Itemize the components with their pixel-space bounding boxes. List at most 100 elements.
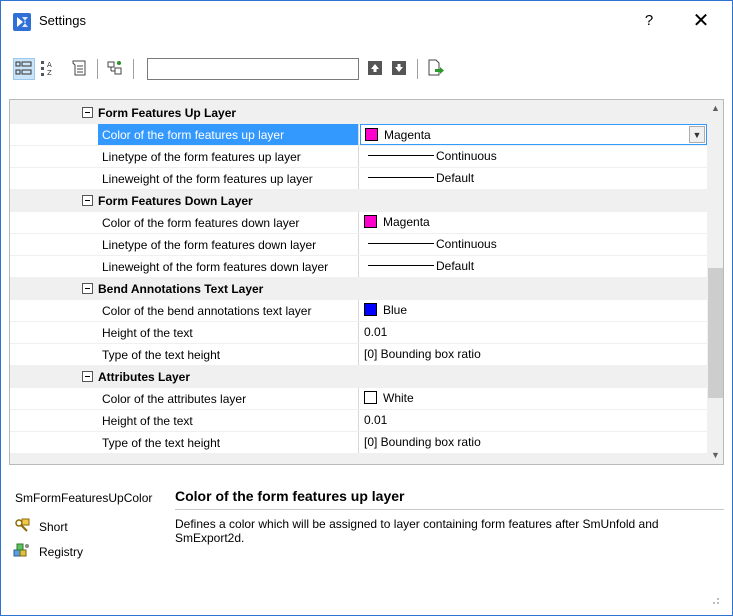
export-icon	[428, 59, 444, 76]
vertical-scrollbar[interactable]: ▲ ▼	[707, 100, 723, 464]
registry-item: Registry	[13, 542, 83, 563]
property-grid: Form Features Up Layer Color of the form …	[9, 99, 724, 465]
property-value-text: [0] Bounding box ratio	[364, 347, 481, 361]
title-bar: Settings ? ✕	[1, 1, 732, 41]
property-value-text: Default	[436, 171, 475, 185]
registry-tool-icon	[107, 61, 122, 75]
short-item: Short	[13, 517, 68, 538]
filter-button[interactable]	[69, 58, 91, 80]
property-row[interactable]: Height of the text 0.01	[10, 410, 707, 432]
toolbar: A Z	[1, 53, 732, 85]
property-value-text: Blue	[383, 303, 408, 317]
property-row[interactable]: Type of the text height [0] Bounding box …	[10, 344, 707, 366]
property-row[interactable]: Height of the text 0.01	[10, 322, 707, 344]
property-value-text: 0.01	[364, 325, 388, 339]
property-row[interactable]: Linetype of the form features down layer…	[10, 234, 707, 256]
categorized-view-button[interactable]	[13, 58, 35, 80]
property-row[interactable]: Type of the text height [0] Bounding box …	[10, 432, 707, 454]
scroll-down-arrow-icon[interactable]: ▼	[707, 447, 723, 464]
property-value-text: 0.01	[364, 413, 388, 427]
description-text: Defines a color which will be assigned t…	[175, 517, 659, 545]
property-name: Color of the form features up layer	[98, 124, 359, 145]
scroll-up-arrow-icon[interactable]: ▲	[707, 100, 723, 117]
line-sample	[368, 265, 434, 266]
property-row[interactable]: Lineweight of the form features down lay…	[10, 256, 707, 278]
export-button[interactable]	[425, 58, 447, 80]
toolbar-separator	[97, 59, 98, 79]
property-value[interactable]: Magenta ▼	[360, 124, 707, 145]
filter-icon	[72, 60, 86, 76]
category-header[interactable]: Form Features Down Layer	[10, 190, 707, 212]
category-label: Attributes Layer	[98, 370, 191, 384]
property-value[interactable]: Continuous	[360, 146, 707, 167]
property-value[interactable]: Default	[360, 256, 707, 277]
property-value[interactable]: Magenta	[360, 212, 707, 233]
settings-window: Settings ? ✕ A Z Form Features Up Layer …	[0, 0, 733, 616]
chevron-down-icon[interactable]: ▼	[689, 126, 705, 143]
category-header[interactable]: Bend Annotations Text Layer	[10, 278, 707, 300]
category-label: Bend Annotations Text Layer	[98, 282, 264, 296]
property-name: Lineweight of the form features up layer	[98, 168, 359, 189]
property-value-text: White	[383, 391, 414, 405]
property-row[interactable]: Color of the bend annotations text layer…	[10, 300, 707, 322]
property-value[interactable]: White	[360, 388, 707, 409]
close-button[interactable]: ✕	[687, 7, 715, 35]
property-value[interactable]: Blue	[360, 300, 707, 321]
move-up-icon	[368, 61, 382, 75]
property-name: Height of the text	[98, 410, 359, 431]
collapse-toggle-icon[interactable]	[82, 195, 93, 206]
toolbar-separator	[417, 59, 418, 79]
category-header[interactable]: Form Features Up Layer	[10, 102, 707, 124]
property-value[interactable]: Continuous	[360, 234, 707, 255]
setting-key-name: SmFormFeaturesUpColor	[15, 491, 153, 505]
collapse-toggle-icon[interactable]	[82, 107, 93, 118]
color-swatch	[364, 391, 377, 404]
property-value-text: Magenta	[384, 128, 431, 142]
color-swatch	[364, 215, 377, 228]
property-value[interactable]: 0.01	[360, 322, 707, 343]
property-value[interactable]: Default	[360, 168, 707, 189]
collapse-toggle-icon[interactable]	[82, 371, 93, 382]
property-row[interactable]: Color of the form features up layer Magen…	[10, 124, 707, 146]
property-row[interactable]: Linetype of the form features up layer Co…	[10, 146, 707, 168]
registry-label: Registry	[39, 545, 84, 559]
color-swatch	[364, 303, 377, 316]
property-value-text: Continuous	[436, 237, 497, 251]
property-name: Type of the text height	[98, 344, 359, 365]
collapse-toggle-icon[interactable]	[82, 283, 93, 294]
property-value[interactable]: [0] Bounding box ratio	[360, 432, 707, 453]
property-value[interactable]: 0.01	[360, 410, 707, 431]
alphabetical-sort-icon: A Z	[41, 61, 52, 77]
resize-grip-icon[interactable]	[710, 595, 720, 605]
registry-tool-button[interactable]	[105, 58, 127, 80]
property-value-text: Continuous	[436, 149, 497, 163]
description-divider	[175, 509, 724, 510]
category-label: Form Features Down Layer	[98, 194, 253, 208]
window-title: Settings	[39, 13, 86, 28]
app-logo-icon	[13, 13, 31, 31]
property-value[interactable]: [0] Bounding box ratio	[360, 344, 707, 365]
property-name: Color of the bend annotations text layer	[98, 300, 359, 321]
property-name: Linetype of the form features up layer	[98, 146, 359, 167]
property-name: Color of the attributes layer	[98, 388, 359, 409]
line-sample	[368, 177, 434, 178]
move-down-button[interactable]	[389, 58, 411, 80]
property-name: Lineweight of the form features down lay…	[98, 256, 359, 277]
property-row[interactable]: Color of the attributes layer White	[10, 388, 707, 410]
property-rows: Form Features Up Layer Color of the form …	[10, 102, 707, 454]
short-label: Short	[39, 520, 68, 534]
short-icon	[13, 517, 31, 538]
property-row[interactable]: Color of the form features down layer Mag…	[10, 212, 707, 234]
property-name: Linetype of the form features down layer	[98, 234, 359, 255]
alphabetical-sort-button[interactable]: A Z	[39, 58, 61, 80]
category-header[interactable]: Attributes Layer	[10, 366, 707, 388]
property-row[interactable]: Lineweight of the form features up layer…	[10, 168, 707, 190]
categorized-view-icon	[15, 61, 32, 75]
scroll-thumb[interactable]	[708, 268, 723, 398]
move-up-button[interactable]	[365, 58, 387, 80]
search-input[interactable]	[147, 58, 359, 80]
category-label: Form Features Up Layer	[98, 106, 237, 120]
toolbar-separator	[133, 59, 134, 79]
description-title: Color of the form features up layer	[175, 488, 405, 504]
help-button[interactable]: ?	[637, 9, 661, 33]
